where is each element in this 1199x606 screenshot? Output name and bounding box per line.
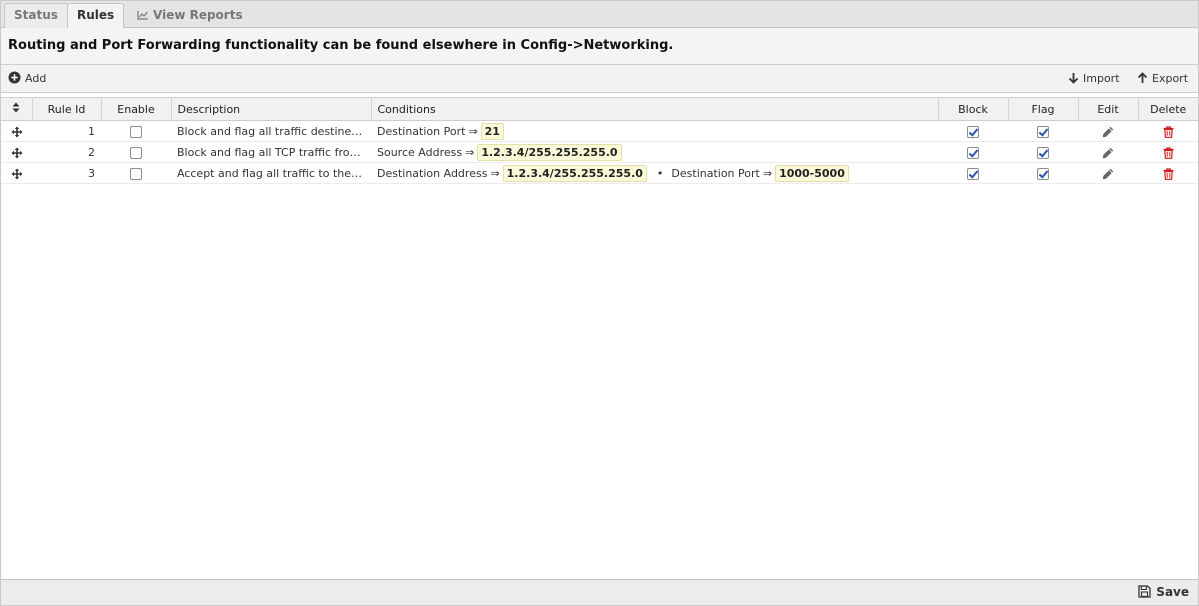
condition-arrow: ⇒: [490, 166, 500, 180]
move-icon: [11, 126, 22, 137]
condition-label: Destination Address: [377, 166, 488, 180]
save-button-label: Save: [1156, 585, 1189, 599]
pencil-icon[interactable]: [1102, 126, 1114, 138]
arrow-down-icon: [1068, 73, 1079, 84]
enable-column-header[interactable]: Enable: [101, 97, 172, 121]
move-icon: [11, 147, 22, 158]
table-row: 2 Block and flag all TCP traffic from 1.…: [1, 141, 1198, 163]
add-button[interactable]: Add: [8, 71, 46, 87]
description-cell: Block and flag all TCP traffic from 1.2.…: [171, 141, 371, 163]
save-button[interactable]: Save: [1138, 585, 1189, 599]
edit-cell: [1078, 141, 1138, 163]
table-row: 3 Accept and flag all traffic to the ran…: [1, 162, 1198, 184]
block-column-header[interactable]: Block: [938, 97, 1009, 121]
tab-rules-label: Rules: [77, 8, 115, 22]
enable-checkbox[interactable]: [130, 125, 142, 138]
enable-cell: [101, 120, 171, 142]
conditions-cell: Destination Port ⇒ 21: [371, 120, 938, 142]
flag-column-header[interactable]: Flag: [1008, 97, 1079, 121]
export-button[interactable]: Export: [1137, 71, 1188, 87]
flag-cell: [1008, 120, 1078, 142]
export-button-label: Export: [1152, 72, 1189, 85]
floppy-disk-icon: [1138, 585, 1151, 598]
table-row: 1 Block and flag all traffic destined to…: [1, 120, 1198, 142]
rule-id-cell: 1: [32, 120, 101, 142]
delete-cell: [1138, 120, 1198, 142]
tab-view-reports-label: View Reports: [153, 8, 243, 22]
condition-label: Source Address: [377, 145, 463, 159]
description-cell: Block and flag all traffic destined to p…: [171, 120, 371, 142]
condition-value: 21: [480, 122, 504, 140]
tab-status-label: Status: [14, 8, 58, 22]
block-checkbox[interactable]: [967, 146, 979, 159]
block-cell: [938, 120, 1008, 142]
condition-value: 1000-5000: [775, 164, 849, 182]
tab-status[interactable]: Status: [4, 3, 68, 28]
description-column-header[interactable]: Description: [171, 97, 372, 121]
delete-column-header: Delete: [1138, 97, 1198, 121]
pencil-icon[interactable]: [1102, 168, 1114, 180]
flag-checkbox[interactable]: [1037, 125, 1049, 138]
edit-column-header: Edit: [1078, 97, 1139, 121]
rules-grid: Rule Id Enable Description Conditions Bl…: [1, 97, 1198, 184]
grid-toolbar: Add Import Export: [1, 65, 1198, 93]
enable-checkbox[interactable]: [130, 167, 142, 180]
condition-label: Destination Port: [671, 166, 760, 180]
move-icon: [11, 168, 22, 179]
condition-value: 1.2.3.4/255.255.255.0: [477, 143, 622, 161]
block-cell: [938, 141, 1008, 163]
trash-icon[interactable]: [1163, 125, 1174, 138]
trash-icon[interactable]: [1163, 146, 1174, 159]
networking-notice: Routing and Port Forwarding functionalit…: [1, 28, 1198, 65]
pencil-icon[interactable]: [1102, 147, 1114, 159]
tab-view-reports[interactable]: View Reports: [127, 3, 253, 28]
import-button-label: Import: [1083, 72, 1120, 85]
edit-cell: [1078, 162, 1138, 184]
enable-cell: [101, 162, 171, 184]
enable-cell: [101, 141, 171, 163]
conditions-cell: Destination Address ⇒ 1.2.3.4/255.255.255.…: [371, 162, 938, 184]
conditions-column-header[interactable]: Conditions: [371, 97, 939, 121]
condition-arrow: ⇒: [465, 145, 475, 159]
flag-checkbox[interactable]: [1037, 167, 1049, 180]
firewall-rules-panel: Status Rules View Reports Routing and Po…: [0, 0, 1199, 606]
grid-header-row: Rule Id Enable Description Conditions Bl…: [1, 97, 1198, 121]
condition-label: Destination Port: [377, 124, 466, 138]
flag-cell: [1008, 162, 1078, 184]
drag-handle[interactable]: [1, 120, 32, 142]
condition-separator: •: [656, 166, 664, 180]
condition-arrow: ⇒: [468, 124, 478, 138]
description-cell: Accept and flag all traffic to the range…: [171, 162, 371, 184]
flag-checkbox[interactable]: [1037, 146, 1049, 159]
rule-id-cell: 2: [32, 141, 101, 163]
block-cell: [938, 162, 1008, 184]
tab-bar: Status Rules View Reports: [1, 1, 1198, 29]
rule-id-column-header[interactable]: Rule Id: [32, 97, 102, 121]
delete-cell: [1138, 162, 1198, 184]
sort-icon: [12, 102, 20, 113]
condition-value: 1.2.3.4/255.255.255.0: [502, 164, 647, 182]
drag-handle[interactable]: [1, 162, 32, 184]
tab-rules[interactable]: Rules: [67, 3, 125, 29]
rule-id-cell: 3: [32, 162, 101, 184]
drag-handle[interactable]: [1, 141, 32, 163]
import-button[interactable]: Import: [1068, 71, 1120, 87]
conditions-cell: Source Address ⇒ 1.2.3.4/255.255.255.0: [371, 141, 938, 163]
enable-checkbox[interactable]: [130, 146, 142, 159]
add-button-label: Add: [25, 72, 47, 85]
delete-cell: [1138, 141, 1198, 163]
condition-arrow: ⇒: [762, 166, 773, 180]
line-chart-icon: [137, 11, 148, 20]
block-checkbox[interactable]: [967, 125, 979, 138]
plus-circle-icon: [8, 71, 21, 84]
footer-bar: Save: [1, 579, 1198, 605]
arrow-up-icon: [1137, 72, 1148, 83]
trash-icon[interactable]: [1163, 167, 1174, 180]
block-checkbox[interactable]: [967, 167, 979, 180]
flag-cell: [1008, 141, 1078, 163]
edit-cell: [1078, 120, 1138, 142]
reorder-column-header[interactable]: [1, 97, 33, 121]
